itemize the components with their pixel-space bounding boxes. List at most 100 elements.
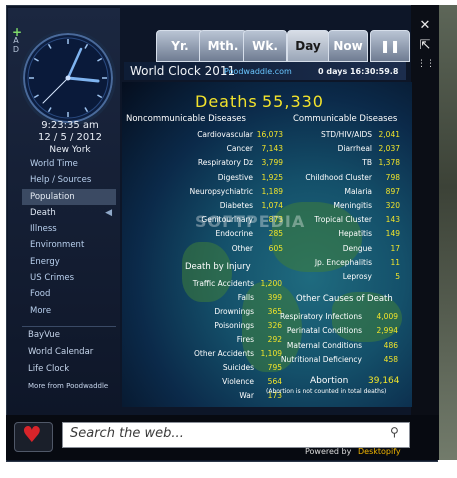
- communicable-row-label: TB: [362, 158, 372, 168]
- noncommunicable-row-label: Diabetes: [219, 201, 253, 210]
- tab-year[interactable]: Yr.: [156, 30, 204, 62]
- communicable-row-label: Dengue: [342, 243, 372, 253]
- menu-item-us-crimes[interactable]: US Crimes: [22, 270, 116, 286]
- communicable-row-value: 798: [385, 172, 400, 182]
- other-row-value: 486: [383, 340, 398, 350]
- triangle-left-icon: ◀: [105, 207, 112, 218]
- pause-icon: ❚❚: [379, 39, 401, 53]
- injury-row-value: 564: [267, 377, 282, 386]
- abortion-note: (Abortion is not counted in total deaths…: [266, 388, 387, 395]
- communicable-row-label: STD/HIV/AIDS: [320, 130, 372, 139]
- tab-now[interactable]: Now: [328, 30, 368, 62]
- other-row-label: Maternal Conditions: [286, 340, 362, 350]
- noncommunicable-row-label: Neuropsychiatric: [189, 186, 253, 196]
- injury-row-label: Falls: [237, 293, 254, 302]
- menu-item-environment[interactable]: Environment: [22, 237, 116, 253]
- injury-row-value: 399: [267, 293, 282, 302]
- menu-item-more-poodwaddle[interactable]: More from Poodwaddle: [22, 378, 116, 395]
- clock-tick: [97, 57, 103, 62]
- heart-icon: ♥: [22, 423, 42, 448]
- other-row-value: 4,009: [376, 312, 398, 321]
- communicable-row-value: 897: [385, 186, 400, 196]
- clock-hands: [27, 37, 109, 119]
- deaths-label: Deaths: [195, 92, 258, 111]
- clock-city: New York: [49, 145, 91, 155]
- other-row-label: Respiratory Infections: [280, 312, 362, 321]
- noncommunicable-title: Noncommunicable Diseases: [126, 114, 246, 124]
- clock-time: 9:23:35 am: [41, 120, 99, 131]
- analog-clock: [20, 30, 116, 126]
- left-menu: World Time Help / Sources Population Dea…: [22, 156, 116, 319]
- menu-item-world-time[interactable]: World Time: [22, 156, 116, 172]
- search-icon[interactable]: ⚲: [390, 425, 399, 439]
- clock-date: 12 / 5 / 2012: [38, 132, 102, 143]
- menu-item-population[interactable]: Population: [22, 188, 116, 205]
- clock-tick: [33, 57, 39, 62]
- apps-menu: BayVue World Calendar Life Clock More fr…: [22, 326, 116, 397]
- noncommunicable-row-label: Cancer: [226, 144, 253, 154]
- noncommunicable-row-label: Digestive: [217, 172, 253, 182]
- menu-item-help-sources[interactable]: Help / Sources: [22, 172, 116, 188]
- injury-row-label: War: [239, 391, 254, 400]
- communicable-row-label: Diarrheal: [337, 144, 372, 154]
- communicable-row-value: 1,378: [378, 158, 400, 168]
- close-icon[interactable]: ✕: [417, 18, 433, 34]
- injury-title: Death by Injury: [185, 262, 251, 272]
- menu-item-bayvue[interactable]: BayVue: [22, 327, 116, 344]
- tab-month[interactable]: Mth.: [199, 30, 247, 62]
- menu-item-food[interactable]: Food: [22, 286, 116, 302]
- communicable-row-label: Jp. Encephalitis: [314, 257, 372, 267]
- ad-toggle-label[interactable]: A D: [12, 36, 20, 54]
- search-placeholder: Search the web...: [70, 426, 184, 441]
- menu-item-energy[interactable]: Energy: [22, 254, 116, 270]
- site-link[interactable]: Poodwaddle.com: [224, 67, 292, 76]
- communicable-row-value: 149: [385, 229, 400, 239]
- menu-item-illness[interactable]: Illness: [22, 221, 116, 237]
- injury-row-label: Traffic Accidents: [192, 279, 254, 288]
- other-row-value: 458: [383, 355, 398, 365]
- menu-item-life-clock[interactable]: Life Clock: [22, 361, 116, 378]
- communicable-title: Communicable Diseases: [293, 114, 398, 124]
- grip-icon[interactable]: ⋮⋮: [417, 56, 435, 72]
- watermark: SOFTPEDIA: [195, 212, 306, 231]
- other-row-label: Nutritional Deficiency: [280, 355, 362, 365]
- communicable-row-value: 2,037: [378, 144, 400, 154]
- clock-tick: [84, 107, 89, 113]
- communicable-row-label: Childhood Cluster: [305, 172, 372, 182]
- other-causes-title: Other Causes of Death: [296, 294, 393, 304]
- abortion-label: Abortion: [310, 376, 349, 386]
- page-title: World Clock 2011: [130, 64, 236, 78]
- window-side-bar: [411, 5, 439, 460]
- abortion-value: 39,164: [368, 376, 400, 386]
- communicable-row-value: 143: [385, 215, 400, 225]
- clock-tick: [33, 94, 39, 99]
- clock-tick: [47, 43, 52, 49]
- pause-button[interactable]: ❚❚: [370, 30, 410, 62]
- communicable-row-value: 11: [390, 257, 400, 267]
- menu-item-death[interactable]: Death ◀: [22, 205, 116, 221]
- communicable-row-value: 2,041: [378, 130, 400, 139]
- background-scenery: [436, 5, 457, 460]
- tab-day[interactable]: Day: [287, 30, 329, 62]
- deaths-total: 55,330: [262, 92, 324, 111]
- communicable-row-label: Malaria: [344, 186, 372, 196]
- communicable-row-value: 5: [395, 272, 400, 281]
- noncommunicable-row-label: Other: [231, 243, 253, 253]
- desktopify-link[interactable]: Desktopify: [358, 447, 401, 456]
- popout-icon[interactable]: ⇱: [417, 38, 433, 54]
- injury-row-value: 1,200: [260, 279, 282, 288]
- injury-row-label: Violence: [222, 377, 254, 386]
- tab-week[interactable]: Wk.: [243, 30, 287, 62]
- clock-tick: [47, 107, 52, 113]
- powered-by-label: Powered by: [305, 447, 352, 456]
- noncommunicable-row-label: Cardiovascular: [197, 130, 253, 139]
- other-row-label: Perinatal Conditions: [286, 326, 362, 336]
- clock-tick: [97, 94, 103, 99]
- communicable-row-value: 17: [390, 243, 400, 253]
- menu-item-world-calendar[interactable]: World Calendar: [22, 344, 116, 361]
- other-row-value: 2,994: [376, 326, 398, 336]
- elapsed-counter: 0 days 16:30:59.8: [318, 67, 399, 76]
- noncommunicable-row-label: Respiratory Dz: [197, 158, 253, 168]
- menu-item-more[interactable]: More: [22, 303, 116, 319]
- clock-tick: [84, 43, 89, 49]
